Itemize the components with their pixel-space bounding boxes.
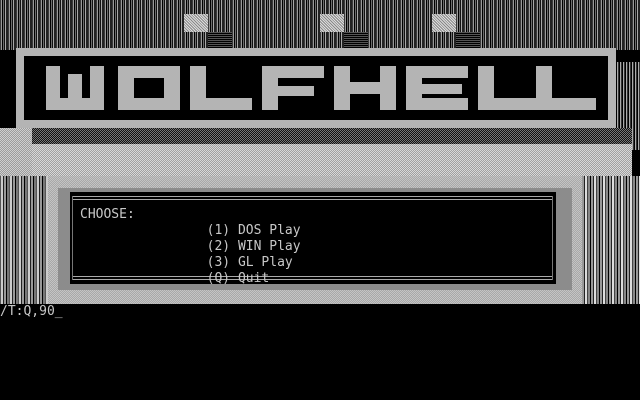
dither-pattern [0,128,32,176]
wolfhell-logo [46,66,596,110]
top-dark-block [456,32,480,48]
option-key: (Q) [206,271,231,286]
left-stripe-pattern [0,176,48,304]
dither-pattern [32,144,632,176]
right-stripe-pattern [582,176,640,304]
top-dark-block [344,32,368,48]
logo-banner [16,48,616,128]
dither-pattern [32,128,632,144]
option-label: Quit [237,271,270,286]
menu-border-right [552,196,553,280]
top-pattern-block [184,14,208,32]
menu-border-left [72,196,73,280]
dos-screen: CHOOSE: (1) DOS Play (2) WIN Play (3) GL… [0,0,640,400]
menu-box: CHOOSE: (1) DOS Play (2) WIN Play (3) GL… [70,192,556,286]
command-line[interactable]: /T:Q,90_ [0,304,63,320]
top-pattern-block [320,14,344,32]
top-stripe-band [0,0,640,50]
choose-prompt: CHOOSE: [80,207,135,222]
menu-border-top [72,199,552,200]
top-dark-block [208,32,232,48]
menu-option-quit[interactable]: (Q) Quit [144,255,270,303]
command-text: /T:Q,90 [0,304,55,319]
logo-panel [24,56,608,120]
top-pattern-block [432,14,456,32]
text-cursor: _ [54,304,63,319]
menu-panel: CHOOSE: (1) DOS Play (2) WIN Play (3) GL… [48,176,582,304]
menu-border-top [72,196,552,197]
